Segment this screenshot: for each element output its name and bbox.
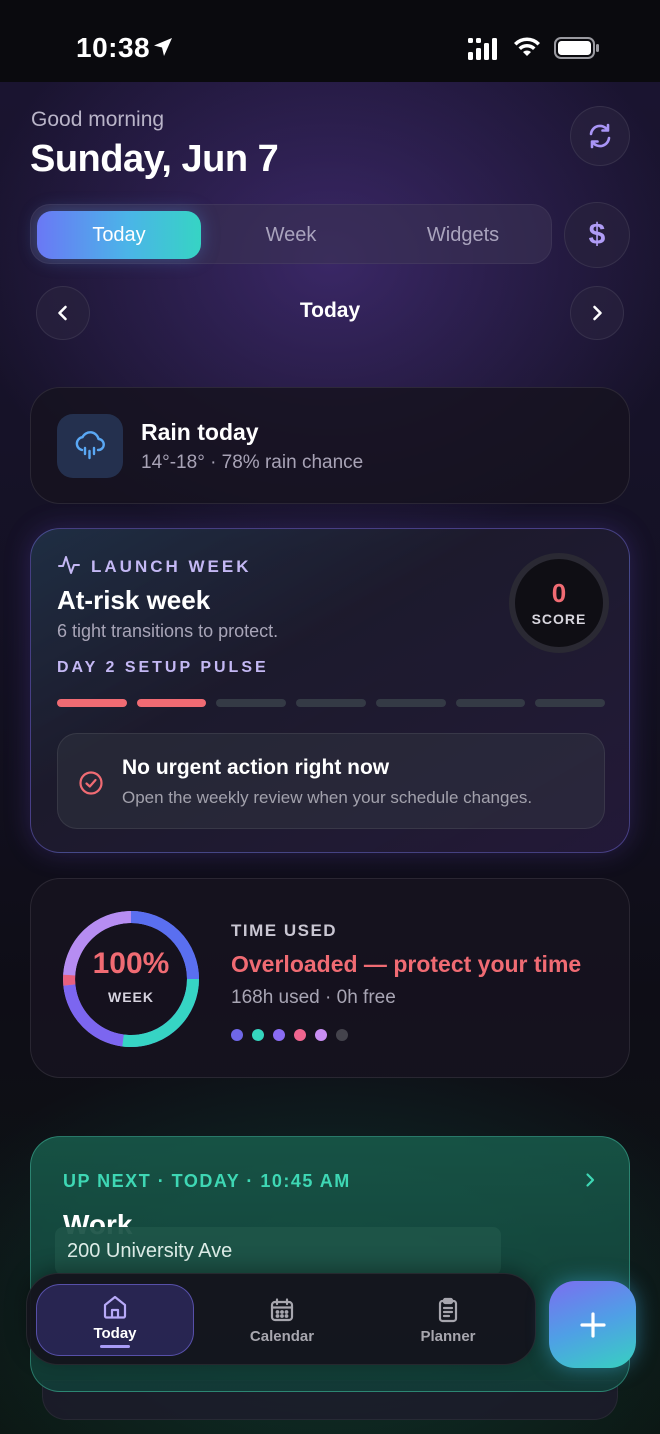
add-button[interactable] — [549, 1281, 636, 1368]
greeting-text: Good morning — [31, 108, 165, 131]
time-used-kicker: TIME USED — [231, 921, 338, 940]
weather-title: Rain today — [141, 419, 259, 445]
category-dot — [273, 1029, 285, 1041]
score-value: 0 — [551, 578, 567, 608]
category-dot — [294, 1029, 306, 1041]
active-tab-indicator — [100, 1344, 130, 1348]
app-screen: 10:38 Good morning Sunday, Jun 7 Today W… — [0, 0, 660, 1434]
launch-week-card[interactable]: LAUNCH WEEK At-risk week 6 tight transit… — [30, 528, 630, 853]
status-title: No urgent action right now — [122, 756, 390, 779]
pricing-button[interactable]: $ — [564, 202, 630, 268]
donut-percent: 100% — [92, 947, 170, 980]
launch-subtitle: 6 tight transitions to protect. — [57, 621, 279, 641]
pulse-segment — [455, 699, 526, 707]
tab-calendar-label: Calendar — [249, 1327, 315, 1345]
bottom-tab-bar: Today Calendar Planner — [26, 1273, 536, 1365]
weather-subtitle: 14°-18° · 78% rain chance — [141, 452, 364, 473]
clipboard-icon — [438, 1297, 458, 1322]
category-dot — [336, 1029, 348, 1041]
category-dot — [252, 1029, 264, 1041]
refresh-button[interactable] — [570, 106, 630, 166]
chevron-left-icon — [58, 305, 67, 321]
activity-pulse-icon — [58, 556, 80, 574]
launch-title: At-risk week — [57, 585, 211, 615]
cellular-signal-icon — [468, 38, 497, 60]
tab-today-label: Today — [93, 1324, 137, 1342]
launch-kicker: LAUNCH WEEK — [91, 557, 252, 576]
calendar-icon — [270, 1297, 294, 1321]
chevron-right-icon — [593, 305, 602, 321]
pulse-segment — [375, 699, 446, 707]
pulse-segment — [57, 699, 127, 707]
battery-icon — [554, 37, 599, 59]
up-next-address: 200 University Ave — [55, 1227, 501, 1275]
tab-planner-label: Planner — [420, 1327, 476, 1345]
donut-period: WEEK — [108, 989, 154, 1005]
score-label: SCORE — [531, 611, 587, 627]
view-segmented-control: Today Week Widgets — [30, 204, 552, 264]
category-dot — [231, 1029, 243, 1041]
status-message-box[interactable]: No urgent action right now Open the week… — [57, 733, 605, 829]
category-dots — [231, 1028, 357, 1046]
next-day-button[interactable] — [570, 286, 624, 340]
dollar-icon: $ — [588, 218, 606, 251]
home-icon — [103, 1295, 127, 1319]
score-badge: 0 SCORE — [509, 553, 609, 653]
segment-today[interactable]: Today — [37, 211, 201, 259]
pulse-progress — [57, 699, 605, 707]
time-used-title: Overloaded — protect your time — [231, 951, 582, 977]
previous-day-button[interactable] — [36, 286, 90, 340]
weather-card[interactable]: Rain today 14°-18° · 78% rain chance — [30, 387, 630, 504]
wifi-icon — [514, 37, 540, 56]
date-nav-label: Today — [299, 299, 361, 322]
rain-cloud-icon — [75, 431, 105, 460]
pulse-segment — [216, 699, 287, 707]
tab-planner[interactable]: Planner — [369, 1284, 527, 1356]
location-arrow-icon — [154, 38, 172, 56]
time-used-card[interactable]: 100% WEEK TIME USED Overloaded — protect… — [30, 878, 630, 1078]
tab-calendar[interactable]: Calendar — [203, 1284, 361, 1356]
weather-icon-tile — [57, 414, 123, 478]
chevron-right-icon — [586, 1173, 595, 1187]
status-time: 10:38 — [76, 32, 151, 63]
refresh-icon — [589, 123, 611, 149]
pulse-segment — [136, 699, 207, 707]
status-bar: 10:38 — [0, 0, 660, 82]
check-circle-icon — [79, 771, 103, 795]
page-title: Sunday, Jun 7 — [30, 138, 279, 180]
plus-icon — [579, 1311, 606, 1338]
up-next-kicker: UP NEXT · TODAY · 10:45 AM — [63, 1171, 351, 1191]
category-dot — [315, 1029, 327, 1041]
segment-widgets[interactable]: Widgets — [381, 211, 545, 259]
pulse-label: DAY 2 SETUP PULSE — [57, 659, 269, 676]
time-used-subtitle: 168h used · 0h free — [231, 987, 396, 1008]
pulse-segment — [296, 699, 366, 707]
tab-today[interactable]: Today — [36, 1284, 194, 1356]
segment-week[interactable]: Week — [209, 211, 373, 259]
status-subtitle: Open the weekly review when your schedul… — [122, 788, 533, 807]
pulse-segment — [535, 699, 605, 707]
